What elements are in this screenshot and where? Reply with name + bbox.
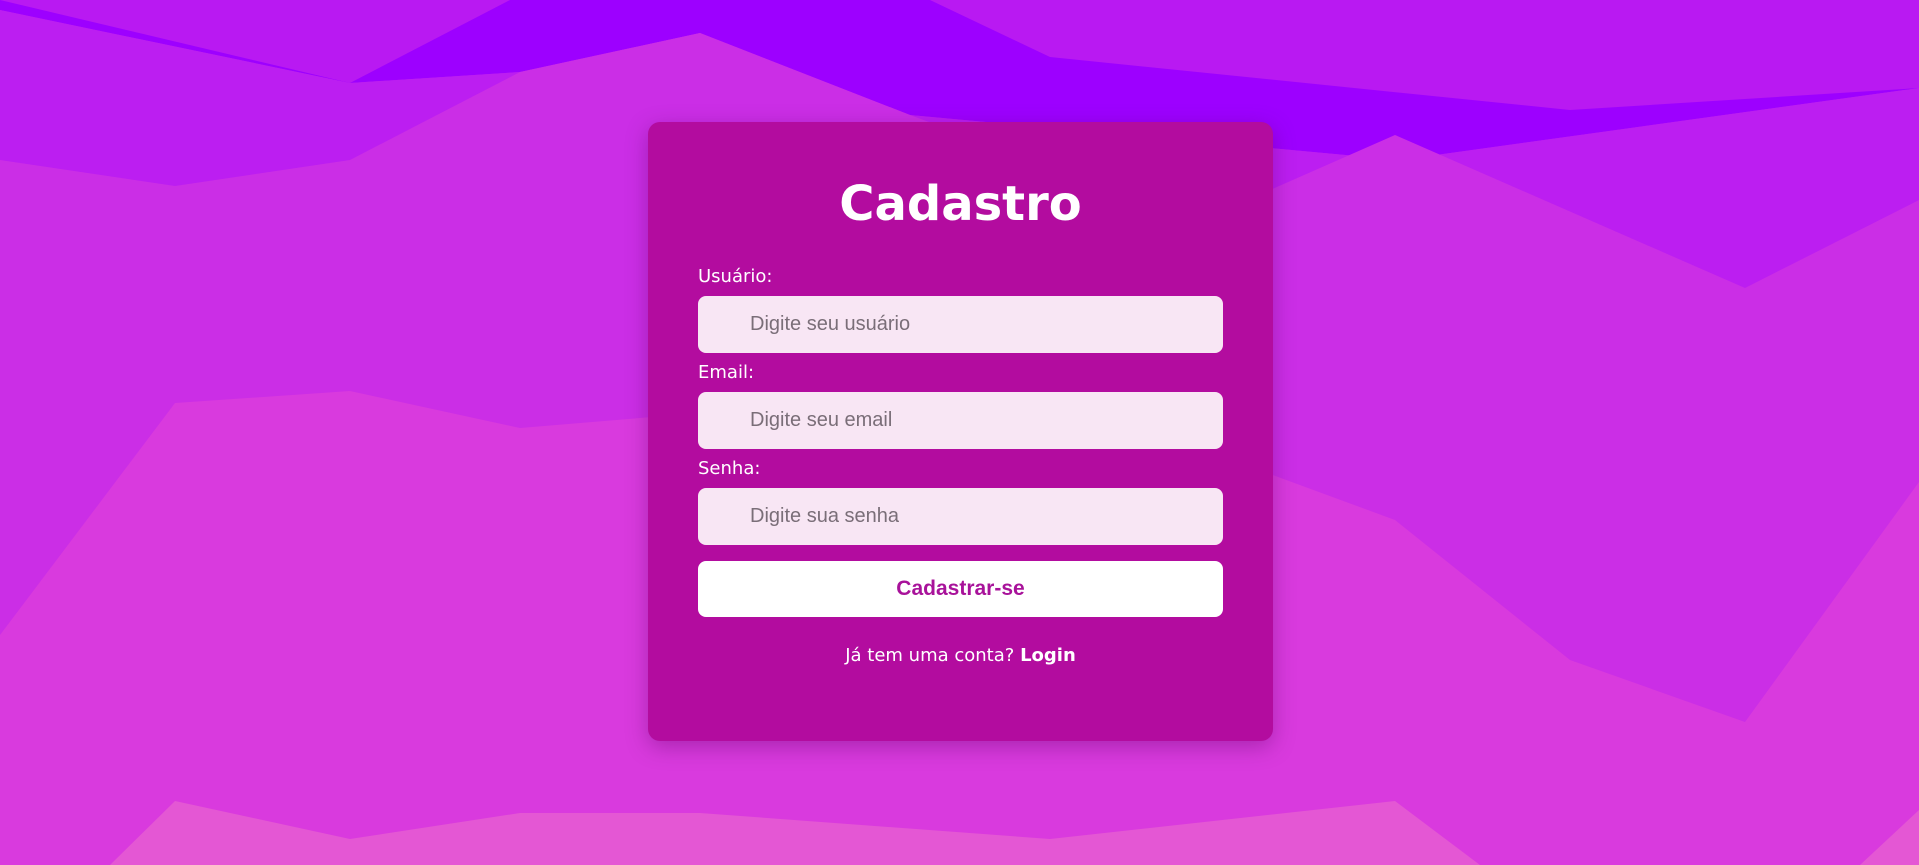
page-title: Cadastro	[839, 176, 1082, 232]
page: Cadastro Usuário: Email: Senha:	[0, 0, 1919, 865]
login-link[interactable]: Login	[1020, 645, 1076, 666]
login-prompt: Já tem uma conta? Login	[698, 645, 1223, 667]
login-prompt-text: Já tem uma conta?	[845, 645, 1015, 666]
username-field-wrapper	[698, 296, 1223, 353]
email-label: Email:	[698, 362, 755, 383]
signup-card: Cadastro Usuário: Email: Senha:	[648, 122, 1273, 741]
email-input[interactable]	[698, 392, 1223, 449]
signup-form: Usuário: Email: Senha:	[698, 266, 1223, 617]
password-field-wrapper	[698, 488, 1223, 545]
password-input[interactable]	[698, 488, 1223, 545]
username-label: Usuário:	[698, 266, 773, 287]
email-field-wrapper	[698, 392, 1223, 449]
password-label: Senha:	[698, 458, 761, 479]
signup-button[interactable]: Cadastrar-se	[698, 561, 1223, 617]
username-input[interactable]	[698, 296, 1223, 353]
